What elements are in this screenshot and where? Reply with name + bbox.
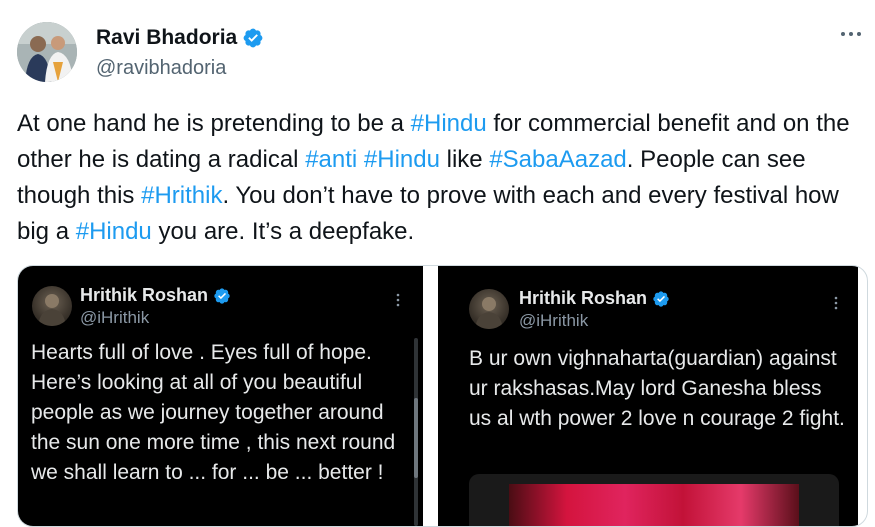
embedded-author-handle: @iHrithik (519, 311, 589, 330)
embedded-image (469, 474, 839, 526)
embedded-avatar (32, 286, 72, 326)
tweet-text-segment (357, 146, 364, 173)
embedded-image-content (509, 484, 799, 526)
more-options-button[interactable] (840, 22, 862, 42)
embedded-author-handle: @iHrithik (80, 308, 150, 327)
tweet-text: At one hand he is pretending to be a #Hi… (17, 106, 867, 250)
embedded-profile-photo-icon (38, 294, 66, 326)
embedded-author-name: Hrithik Roshan (80, 285, 231, 306)
verified-badge-icon (243, 28, 263, 48)
profile-photo-icon (17, 22, 77, 82)
embedded-author-name-text: Hrithik Roshan (80, 285, 209, 305)
vertical-dots-icon (834, 296, 838, 310)
media-image-left[interactable]: Hrithik Roshan @iHrithik Hearts full of … (18, 266, 423, 526)
hashtag-link[interactable]: #Hindu (364, 146, 440, 173)
author-display-name[interactable]: Ravi Bhadoria (96, 26, 237, 50)
embedded-scrollbar-thumb (414, 398, 418, 478)
author-avatar[interactable] (17, 22, 77, 82)
embedded-profile-photo-icon (475, 297, 503, 329)
media-image-right[interactable]: Hrithik Roshan @iHrithik B ur own vighna… (438, 266, 858, 526)
author-name-row: Ravi Bhadoria (96, 26, 264, 50)
embedded-tweet-text: Hearts full of love . Eyes full of hope.… (31, 341, 396, 484)
more-horizontal-icon (841, 32, 861, 36)
tweet-text-segment: you are. It’s a deepfake. (151, 218, 415, 245)
author-handle[interactable]: @ravibhadoria (96, 57, 226, 80)
tweet-text-segment: At one hand he is pretending to be a (17, 110, 411, 137)
embedded-tweet-text: B ur own vighnaharta(guardian) against u… (469, 347, 845, 430)
hashtag-link[interactable]: #Hindu (411, 110, 487, 137)
embedded-scrollbar (414, 338, 418, 526)
hashtag-link[interactable]: #SabaAazad (489, 146, 626, 173)
embedded-avatar (469, 289, 509, 329)
tweet-text-segment: like (439, 146, 490, 173)
verified-badge-icon (653, 290, 669, 307)
embedded-author-name-text: Hrithik Roshan (519, 288, 648, 308)
hashtag-link[interactable]: #Hrithik (141, 182, 222, 209)
embedded-author-name: Hrithik Roshan (519, 288, 670, 309)
vertical-dots-icon (396, 293, 400, 307)
media-gallery: Hrithik Roshan @iHrithik Hearts full of … (17, 265, 868, 527)
verified-badge-icon (214, 287, 230, 304)
hashtag-link[interactable]: #Hindu (76, 218, 152, 245)
hashtag-link[interactable]: #anti (305, 146, 357, 173)
